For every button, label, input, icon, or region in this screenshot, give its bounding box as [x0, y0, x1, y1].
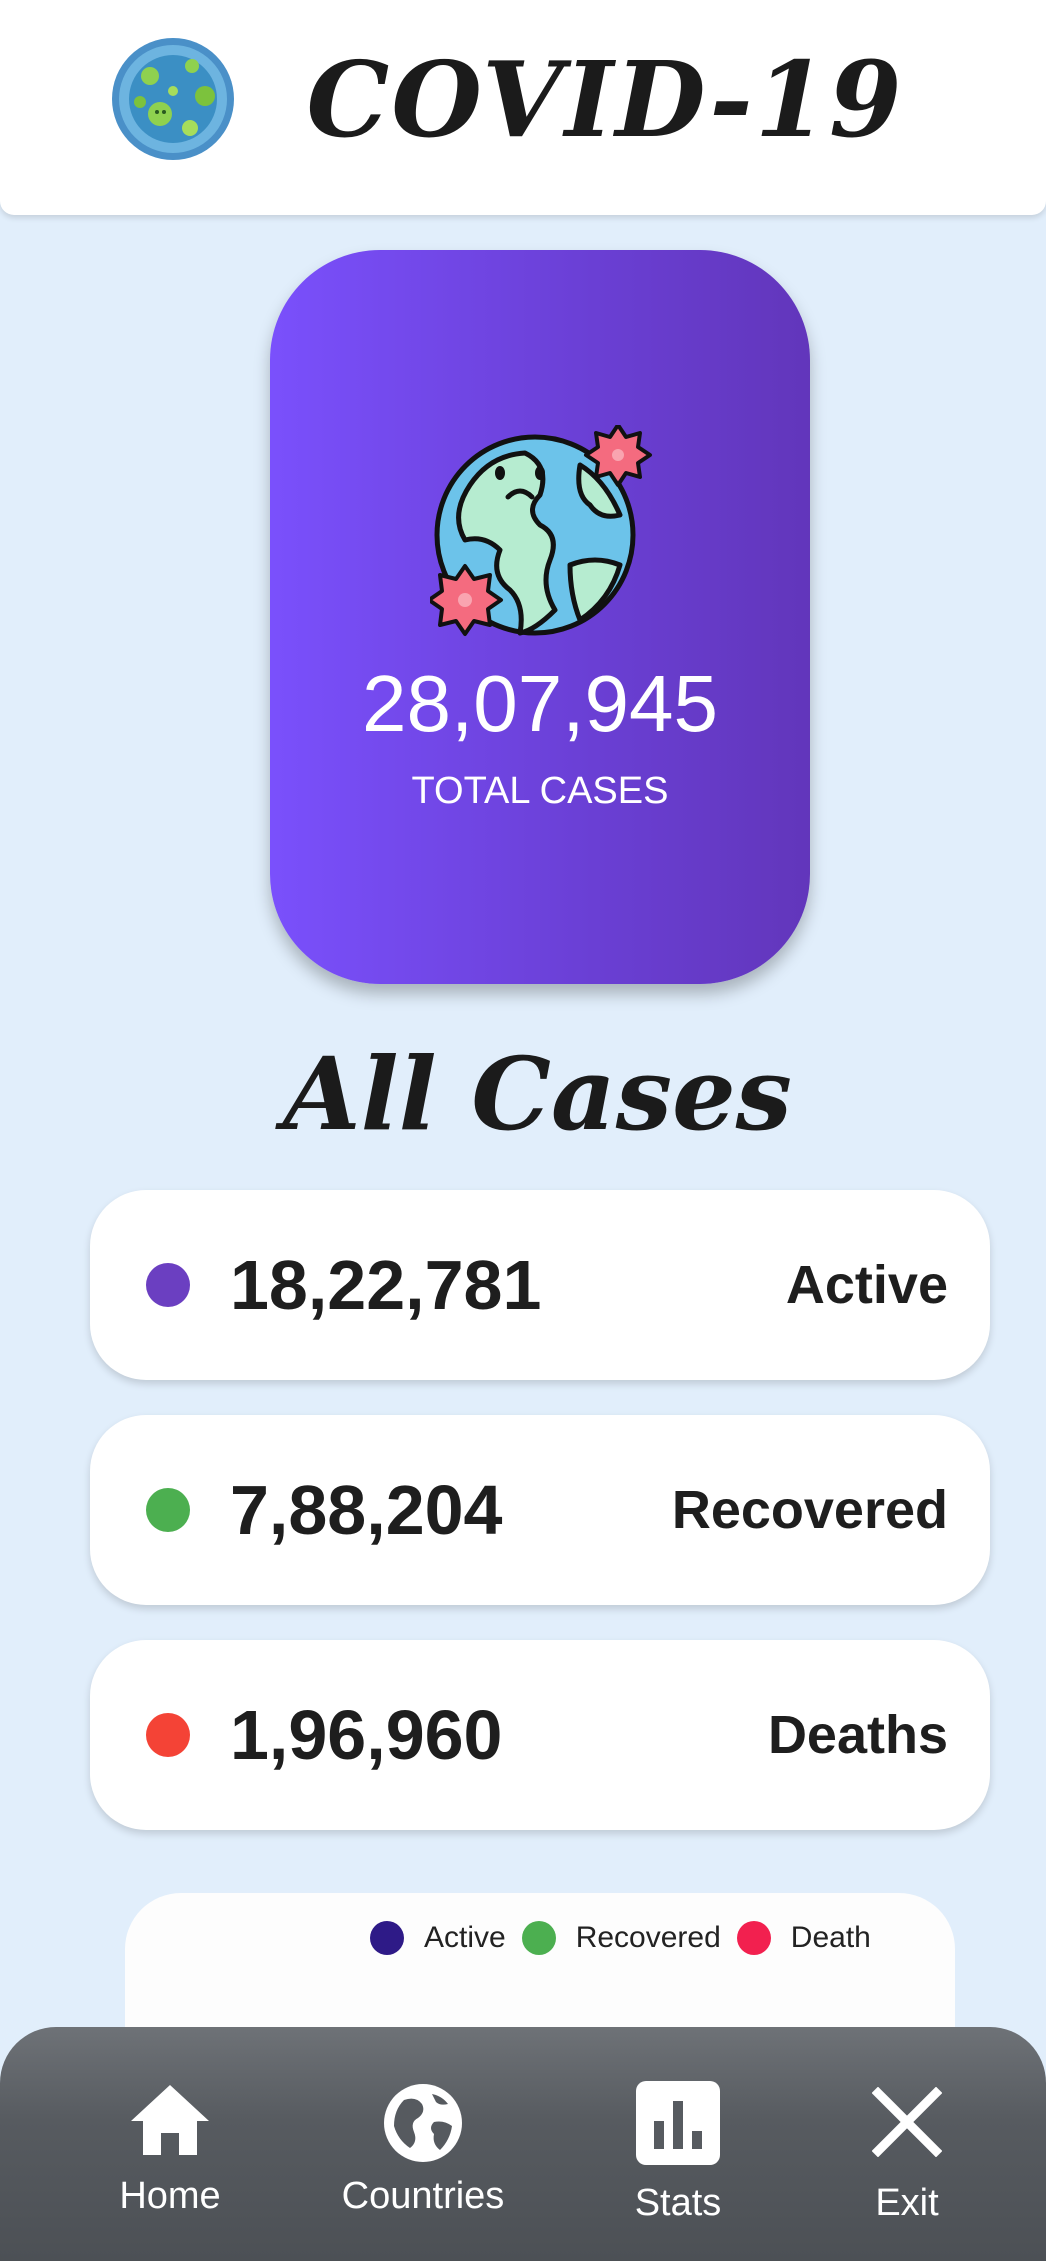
virus-globe-icon — [112, 38, 234, 160]
recovered-cases-value: 7,88,204 — [230, 1471, 503, 1549]
nav-countries-label: Countries — [341, 2175, 505, 2217]
globe-icon — [384, 2084, 462, 2162]
legend-recovered-dot — [521, 1921, 556, 1955]
close-icon — [872, 2087, 942, 2157]
active-cases-value: 18,22,781 — [230, 1246, 542, 1324]
legend-active-dot — [370, 1921, 404, 1955]
all-cases-title: All Cases — [283, 1035, 792, 1153]
legend-active-label: Active — [424, 1921, 506, 1954]
active-status-dot — [146, 1263, 190, 1307]
legend-death-label: Death — [790, 1921, 871, 1954]
nav-stats-label: Stats — [634, 2182, 722, 2224]
nav-home[interactable]: Home — [60, 2027, 280, 2261]
total-cases-card: 28,07,945 TOTAL CASES — [270, 250, 810, 984]
sad-globe-virus-icon — [430, 425, 652, 636]
active-cases-card: 18,22,781 Active — [90, 1190, 990, 1380]
chart-legend: Active Recovered Death — [370, 1913, 887, 1963]
recovered-status-dot — [146, 1488, 190, 1532]
nav-exit-label: Exit — [875, 2182, 939, 2224]
deaths-cases-card: 1,96,960 Deaths — [90, 1640, 990, 1830]
deaths-status-dot — [146, 1713, 190, 1757]
recovered-cases-card: 7,88,204 Recovered — [90, 1415, 990, 1605]
app-title: COVID-19 — [306, 38, 904, 161]
nav-countries[interactable]: Countries — [313, 2027, 533, 2261]
bar-chart-icon — [636, 2081, 720, 2165]
total-cases-label: TOTAL CASES — [411, 770, 669, 812]
bottom-navigation: Home Countries Stats Exit — [0, 2027, 1046, 2261]
legend-recovered-label: Recovered — [575, 1921, 721, 1954]
legend-death-dot — [736, 1921, 771, 1955]
deaths-cases-value: 1,96,960 — [230, 1696, 503, 1774]
home-icon — [131, 2085, 209, 2155]
deaths-cases-label: Deaths — [767, 1705, 948, 1765]
nav-stats[interactable]: Stats — [568, 2027, 788, 2261]
nav-exit[interactable]: Exit — [797, 2027, 1017, 2261]
total-cases-value: 28,07,945 — [362, 659, 718, 748]
recovered-cases-label: Recovered — [671, 1480, 948, 1540]
nav-home-label: Home — [119, 2175, 221, 2217]
app-header: COVID-19 — [0, 0, 1046, 215]
active-cases-label: Active — [785, 1255, 948, 1315]
